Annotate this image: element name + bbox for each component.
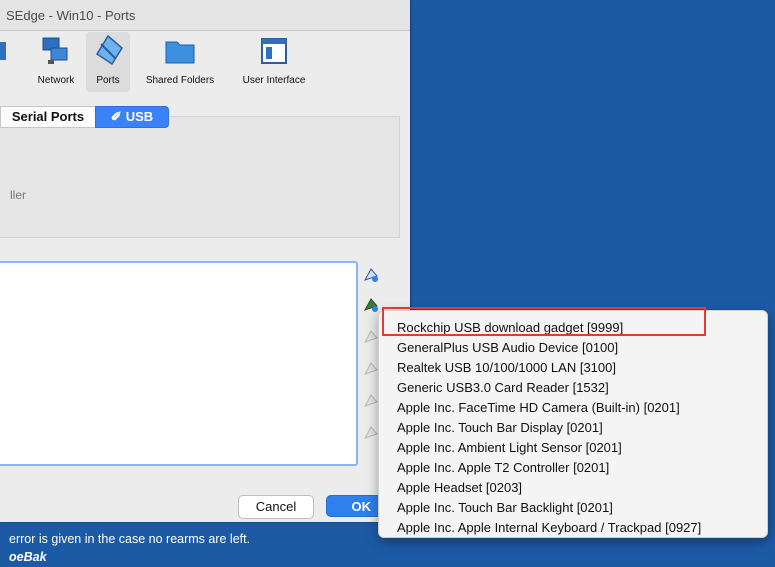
toolbar-network[interactable]: Network xyxy=(30,32,82,92)
tab-usb-label: USB xyxy=(125,109,154,124)
usb-device-item[interactable]: Apple Headset [0203] xyxy=(397,480,522,495)
usb-device-item[interactable]: Apple Inc. Touch Bar Display [0201] xyxy=(397,420,603,435)
usb-settings-panel xyxy=(0,116,400,238)
add-empty-filter-icon[interactable] xyxy=(362,266,380,284)
usb-controller-label: ller xyxy=(10,188,27,202)
usb-device-item[interactable]: Realtek USB 10/100/1000 LAN [3100] xyxy=(397,360,616,375)
partial-icon xyxy=(0,42,6,60)
toolbar-shared-folders[interactable]: Shared Folders xyxy=(138,32,222,92)
folder-icon xyxy=(165,41,195,64)
settings-dialog: SEdge - Win10 - Ports Network Ports Shar… xyxy=(0,0,410,522)
usb-device-item[interactable]: Rockchip USB download gadget [9999] xyxy=(397,320,623,335)
window-titlebar[interactable]: SEdge - Win10 - Ports xyxy=(0,0,410,31)
background-line-2: oeBak xyxy=(9,550,47,564)
ports-icon xyxy=(95,34,123,66)
window-title: SEdge - Win10 - Ports xyxy=(6,8,136,23)
toolbar-network-label: Network xyxy=(37,75,75,86)
toolbar-partial-item[interactable] xyxy=(0,32,14,92)
user-interface-icon xyxy=(261,38,287,64)
usb-device-item[interactable]: Apple Inc. FaceTime HD Camera (Built-in)… xyxy=(397,400,680,415)
tab-usb[interactable]: ✐ USB xyxy=(95,106,169,128)
settings-toolbar: Network Ports Shared Folders User Interf… xyxy=(0,30,410,94)
usb-device-item[interactable]: Generic USB3.0 Card Reader [1532] xyxy=(397,380,609,395)
ok-button[interactable]: OK xyxy=(326,495,386,517)
toolbar-ports-label: Ports xyxy=(96,75,120,86)
usb-filter-list[interactable] xyxy=(0,261,358,466)
usb-tab-icon: ✐ xyxy=(110,109,122,124)
background-line-1: error is given in the case no rearms are… xyxy=(9,532,251,546)
cancel-button[interactable]: Cancel xyxy=(238,495,314,519)
network-icon xyxy=(42,37,68,64)
background-terminal-text: error is given in the case no rearms are… xyxy=(0,522,410,567)
usb-device-item[interactable]: Apple Inc. Apple Internal Keyboard / Tra… xyxy=(397,520,701,535)
toolbar-user-interface[interactable]: User Interface xyxy=(232,32,316,92)
tab-serial-ports[interactable]: Serial Ports xyxy=(0,106,95,128)
toolbar-user-interface-label: User Interface xyxy=(242,75,306,86)
toolbar-ports[interactable]: Ports xyxy=(86,32,130,92)
usb-device-item[interactable]: Apple Inc. Touch Bar Backlight [0201] xyxy=(397,500,613,515)
usb-device-item[interactable]: Apple Inc. Apple T2 Controller [0201] xyxy=(397,460,609,475)
usb-device-item[interactable]: GeneralPlus USB Audio Device [0100] xyxy=(397,340,618,355)
add-device-filter-icon[interactable] xyxy=(362,296,380,314)
usb-device-menu: Rockchip USB download gadget [9999] Gene… xyxy=(378,310,768,538)
usb-device-item[interactable]: Apple Inc. Ambient Light Sensor [0201] xyxy=(397,440,622,455)
toolbar-shared-folders-label: Shared Folders xyxy=(145,75,215,86)
